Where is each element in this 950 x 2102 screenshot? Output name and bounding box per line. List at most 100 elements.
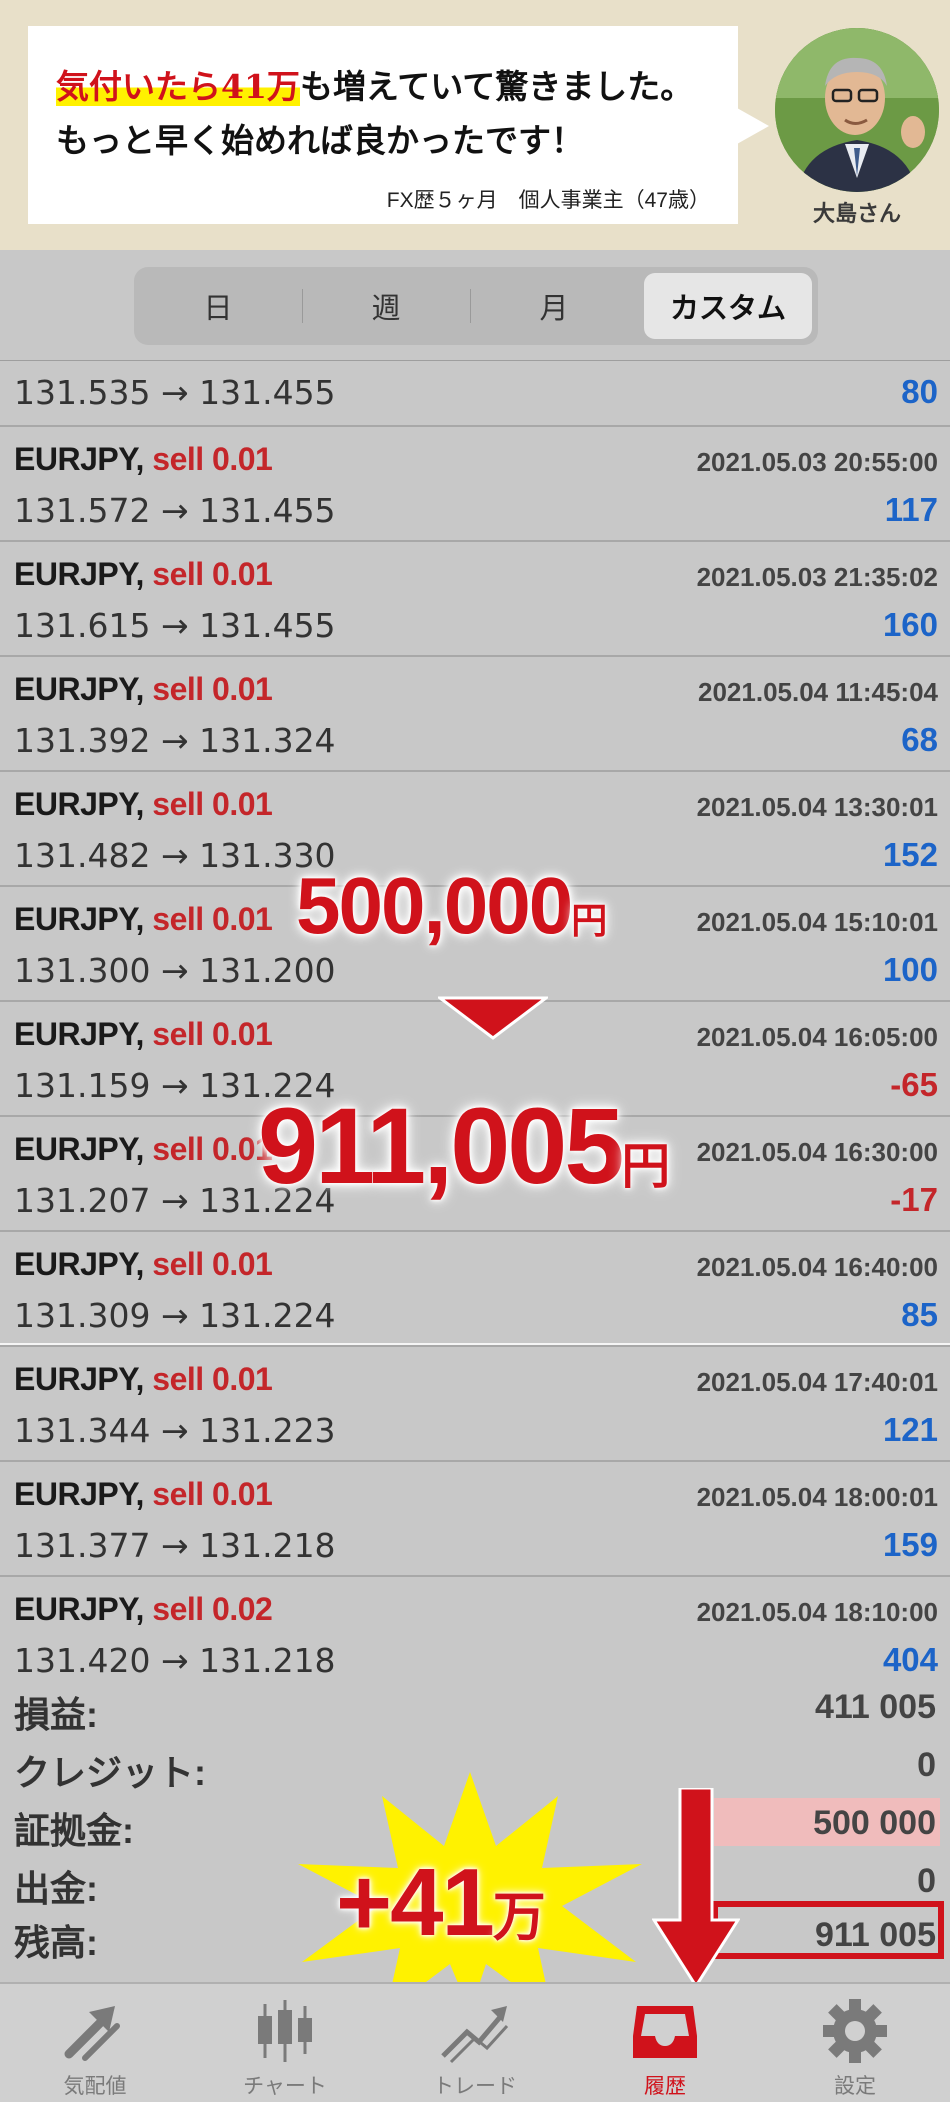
tab-day[interactable]: 日: [134, 273, 302, 339]
trade-time: 2021.05.04 18:10:00: [696, 1597, 938, 1627]
trade-profit: -65: [890, 1066, 938, 1103]
summary-label: 出金:: [14, 1868, 98, 1909]
balance-highlight-box: [712, 1901, 944, 1959]
yen-unit: 円: [571, 900, 608, 941]
trade-time: 2021.05.04 17:40:01: [696, 1367, 938, 1397]
profile-caption: FX歴５ヶ月 個人事業主（47歳）: [386, 189, 710, 212]
down-arrow-icon: [652, 1788, 740, 1988]
trade-symbol: EURJPY, sell 0.02: [14, 1591, 273, 1628]
tab-label: トレード: [433, 2075, 517, 2098]
tab-label: 設定: [834, 2075, 876, 2098]
quote-line-1: 気付いたら41万も増えていて驚きました。: [56, 60, 693, 108]
gain-overlay: +41万: [336, 1848, 546, 1958]
trade-time: 2021.05.04 16:05:00: [696, 1022, 938, 1052]
symbol-name: EURJPY,: [14, 786, 144, 822]
trade-side: sell 0.01: [152, 556, 273, 592]
trade-profit: 85: [901, 1296, 938, 1333]
trade-trend-icon: [441, 2006, 509, 2064]
symbol-name: EURJPY,: [14, 1016, 144, 1052]
trade-row[interactable]: EURJPY, sell 0.01 2021.05.04 16:40:00 131.…: [0, 1232, 950, 1347]
quotes-arrows-icon: [64, 2006, 120, 2061]
history-inbox-icon: [633, 2006, 697, 2058]
trade-symbol: EURJPY, sell 0.01: [14, 786, 273, 823]
trade-row[interactable]: EURJPY, sell 0.01 2021.05.03 20:55:00 131.…: [0, 427, 950, 542]
trade-prices: 131.420 → 131.218: [14, 1641, 336, 1679]
trade-row-partial[interactable]: 131.535 → 131.455 80: [0, 361, 950, 427]
symbol-name: EURJPY,: [14, 1361, 144, 1397]
trade-prices: 131.535 → 131.455: [14, 373, 336, 412]
trade-row[interactable]: EURJPY, sell 0.01 2021.05.04 17:40:01 131.…: [0, 1347, 950, 1462]
trade-side: sell 0.01: [152, 1131, 273, 1167]
trade-time: 2021.05.04 15:10:01: [696, 907, 938, 937]
trade-time: 2021.05.04 18:00:01: [696, 1482, 938, 1512]
summary-profit-row: 損益: 411 005: [0, 1678, 950, 1738]
trade-side: sell 0.01: [152, 1476, 273, 1512]
trade-row[interactable]: EURJPY, sell 0.02 2021.05.04 18:10:00 131.…: [0, 1577, 950, 1679]
trade-profit: 121: [882, 1411, 938, 1448]
trade-prices: 131.344 → 131.223: [14, 1411, 336, 1450]
trade-profit: 117: [884, 491, 938, 528]
end-amount: 911,005: [258, 1085, 624, 1206]
trade-side: sell 0.01: [152, 1016, 273, 1052]
tab-label: チャート: [243, 2075, 327, 2098]
symbol-name: EURJPY,: [14, 1131, 144, 1167]
yen-unit: 円: [621, 1140, 671, 1194]
trade-symbol: EURJPY, sell 0.01: [14, 1016, 273, 1053]
tab-month[interactable]: 月: [470, 273, 638, 339]
tab-chart[interactable]: チャート: [190, 1984, 380, 2102]
trade-symbol: EURJPY, sell 0.01: [14, 441, 273, 478]
trade-symbol: EURJPY, sell 0.01: [14, 556, 273, 593]
candlestick-chart-icon: [258, 2000, 312, 2062]
trade-prices: 131.300 → 131.200: [14, 951, 336, 990]
tab-label: 気配値: [63, 2075, 127, 2098]
summary-value: 411 005: [814, 1688, 936, 1726]
gain-unit: 万: [492, 1888, 546, 1947]
trade-row[interactable]: EURJPY, sell 0.01 2021.05.04 11:45:04 131.…: [0, 657, 950, 772]
gain-amount: +41: [336, 1849, 495, 1956]
down-triangle-icon: [438, 996, 548, 1040]
period-segmented-control: 日 週 月 カスタム: [134, 267, 818, 345]
summary-label: 残高:: [14, 1922, 98, 1963]
summary-value: 500 000: [813, 1804, 936, 1842]
symbol-name: EURJPY,: [14, 1246, 144, 1282]
summary-label: クレジット:: [14, 1752, 206, 1793]
trade-time: 2021.05.04 11:45:04: [698, 677, 938, 707]
trade-side: sell 0.01: [152, 1246, 273, 1282]
trade-time: 2021.05.04 13:30:01: [696, 792, 938, 822]
quote-line-2: もっと早く始めれば良かったです！: [56, 121, 584, 160]
symbol-name: EURJPY,: [14, 901, 144, 937]
trade-row[interactable]: EURJPY, sell 0.01 2021.05.04 18:00:01 131.…: [0, 1462, 950, 1577]
trade-side: sell 0.02: [152, 1591, 273, 1627]
tab-custom[interactable]: カスタム: [644, 273, 812, 339]
trade-profit: 160: [882, 606, 938, 643]
quote-line-1-rest: も増えていて驚きました。: [299, 67, 694, 106]
trade-profit: 404: [882, 1641, 938, 1678]
trade-row[interactable]: EURJPY, sell 0.01 2021.05.03 21:35:02 131.…: [0, 542, 950, 657]
trade-side: sell 0.01: [152, 671, 273, 707]
tab-trade[interactable]: トレード: [380, 1984, 570, 2102]
trade-profit: 100: [882, 951, 938, 988]
summary-label: 証拠金:: [14, 1810, 134, 1851]
bottom-tab-bar: 気配値 チャート トレード 履歴 設定: [0, 1982, 950, 2102]
period-selector-area: 日 週 月 カスタム: [0, 250, 950, 360]
tab-history[interactable]: 履歴: [570, 1984, 760, 2102]
trade-time: 2021.05.04 16:40:00: [696, 1252, 938, 1282]
tab-label: 履歴: [644, 2075, 686, 2098]
symbol-name: EURJPY,: [14, 1476, 144, 1512]
tab-quotes[interactable]: 気配値: [0, 1984, 190, 2102]
section-divider: [0, 1343, 950, 1345]
avatar-name: 大島さん: [812, 202, 901, 227]
trade-side: sell 0.01: [152, 441, 273, 477]
trade-symbol: EURJPY, sell 0.01: [14, 1131, 273, 1168]
trade-symbol: EURJPY, sell 0.01: [14, 901, 273, 938]
speech-bubble: 気付いたら41万も増えていて驚きました。 もっと早く始めれば良かったです！ FX…: [28, 26, 738, 224]
tab-settings[interactable]: 設定: [760, 1984, 950, 2102]
trade-profit: 159: [882, 1526, 938, 1563]
start-amount-overlay: 500,000円: [296, 860, 607, 952]
tab-week[interactable]: 週: [302, 273, 470, 339]
speech-bubble-tail: [737, 108, 769, 144]
symbol-name: EURJPY,: [14, 1591, 144, 1627]
summary-value: 0: [917, 1746, 936, 1784]
summary-value: 0: [917, 1862, 936, 1900]
trade-prices: 131.482 → 131.330: [14, 836, 336, 875]
